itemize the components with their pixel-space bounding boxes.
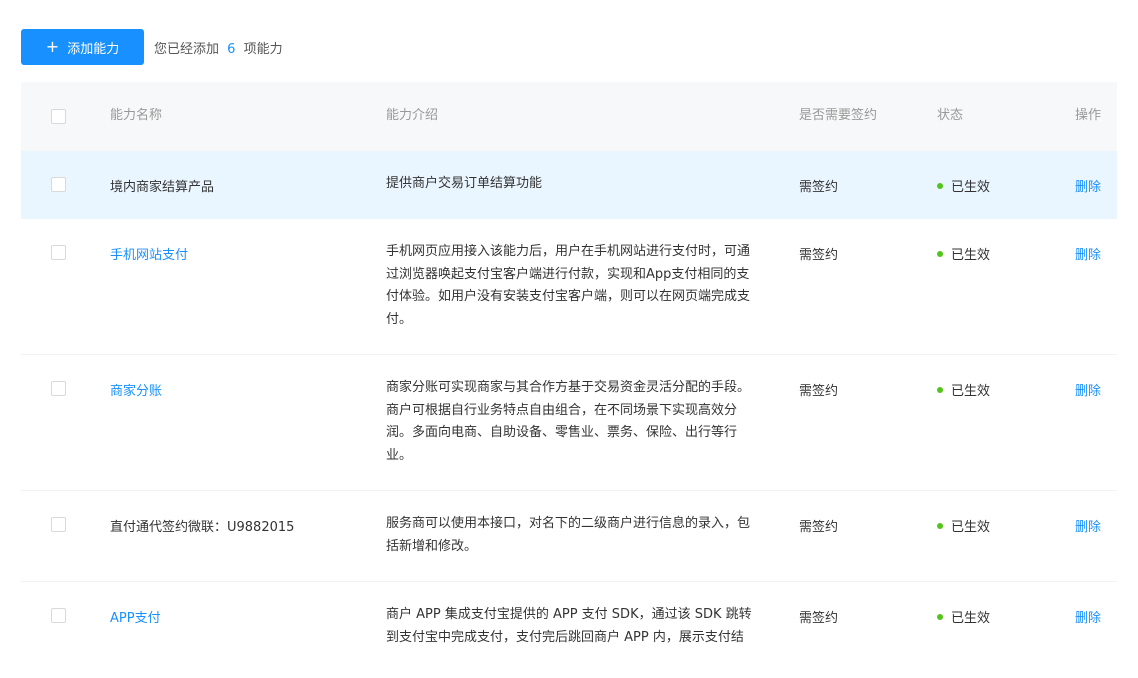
row-checkbox[interactable] bbox=[51, 608, 66, 623]
status-dot-icon bbox=[937, 182, 943, 189]
row-desc: 服务商可以使用本接口，对名下的二级商户进行信息的录入，包 括新增和修改。 bbox=[386, 513, 771, 558]
status-text: 已生效 bbox=[951, 520, 991, 535]
row-desc: 提供商户交易订单结算功能 bbox=[386, 176, 543, 191]
row-status: 已生效 bbox=[937, 244, 990, 263]
row-name-link[interactable]: 商家分账 bbox=[110, 380, 360, 399]
table-row[interactable]: 境内商家结算产品 提供商户交易订单结算功能 需签约 已生效 删除 bbox=[21, 151, 1117, 219]
delete-link[interactable]: 删除 bbox=[1075, 380, 1101, 399]
row-name-link[interactable]: 手机网站支付 bbox=[110, 244, 360, 263]
desc-line: 手机网页应用接入该能力后，用户在手机网站进行支付时，可通 bbox=[386, 244, 751, 259]
row-name-link[interactable]: APP支付 bbox=[110, 607, 360, 626]
header-sign: 是否需要签约 bbox=[799, 108, 878, 123]
header-op: 操作 bbox=[1075, 108, 1102, 123]
row-desc: 商家分账可实现商家与其合作方基于交易资金灵活分配的手段。 商户可根据自行业务特点… bbox=[386, 377, 771, 467]
capabilities-page: + 添加能力 您已经添加 6 项能力 能力名称 能力介绍 是否需要签约 状态 操… bbox=[0, 0, 1138, 678]
table-row: APP支付 商户 APP 集成支付宝提供的 APP 支付 SDK，通过该 SDK… bbox=[21, 582, 1117, 678]
toolbar: + 添加能力 您已经添加 6 项能力 bbox=[21, 29, 283, 65]
status-dot-icon bbox=[937, 613, 943, 620]
select-all-checkbox[interactable] bbox=[51, 109, 66, 124]
desc-line: 商家分账可实现商家与其合作方基于交易资金灵活分配的手段。 bbox=[386, 380, 751, 395]
status-text: 已生效 bbox=[951, 611, 991, 626]
add-capability-button[interactable]: + 添加能力 bbox=[21, 29, 144, 65]
row-sign: 需签约 bbox=[799, 384, 839, 399]
row-sign: 需签约 bbox=[799, 180, 839, 195]
add-capability-label: 添加能力 bbox=[67, 41, 120, 57]
status-dot-icon bbox=[937, 386, 943, 393]
row-name: 直付通代签约微联：U9882015 bbox=[110, 520, 295, 535]
status-text: 已生效 bbox=[951, 248, 991, 263]
delete-link[interactable]: 删除 bbox=[1075, 244, 1101, 263]
row-sign: 需签约 bbox=[799, 520, 839, 535]
count-suffix: 项能力 bbox=[243, 41, 283, 57]
delete-link[interactable]: 删除 bbox=[1075, 516, 1101, 535]
header-desc: 能力介绍 bbox=[386, 108, 439, 123]
row-status: 已生效 bbox=[937, 607, 990, 626]
row-checkbox[interactable] bbox=[51, 381, 66, 396]
count-value: 6 bbox=[227, 41, 236, 57]
table-header: 能力名称 能力介绍 是否需要签约 状态 操作 bbox=[21, 82, 1117, 151]
row-desc: 手机网页应用接入该能力后，用户在手机网站进行支付时，可通 过浏览器唤起支付宝客户… bbox=[386, 241, 771, 331]
desc-line: 润。多面向电商、自助设备、零售业、票务、保险、出行等行 bbox=[386, 425, 738, 440]
row-name: 境内商家结算产品 bbox=[110, 180, 215, 195]
delete-link[interactable]: 删除 bbox=[1075, 607, 1101, 626]
row-checkbox[interactable] bbox=[51, 245, 66, 260]
desc-line: 付体验。如用户没有安装支付宝客户端，则可以在网页端完成支 bbox=[386, 289, 751, 304]
capabilities-table: 能力名称 能力介绍 是否需要签约 状态 操作 境内商家结算产品 提供商户交易订单… bbox=[21, 82, 1117, 678]
row-checkbox[interactable] bbox=[51, 517, 66, 532]
desc-line: 到支付宝中完成支付，支付完后跳回商户 APP 内，展示支付结 bbox=[386, 629, 744, 645]
plus-icon: + bbox=[45, 37, 60, 56]
row-status: 已生效 bbox=[937, 516, 990, 535]
status-text: 已生效 bbox=[951, 180, 991, 195]
header-name: 能力名称 bbox=[110, 108, 163, 123]
desc-line: 商户可根据自行业务特点自由组合，在不同场景下实现高效分 bbox=[386, 402, 738, 418]
count-prefix: 您已经添加 bbox=[154, 41, 220, 57]
status-dot-icon bbox=[937, 522, 943, 529]
desc-line: 业。 bbox=[386, 447, 413, 463]
row-checkbox[interactable] bbox=[51, 177, 66, 192]
status-text: 已生效 bbox=[951, 384, 991, 399]
desc-line: 付。 bbox=[386, 311, 413, 327]
capability-count: 您已经添加 6 项能力 bbox=[154, 38, 283, 57]
table-row: 商家分账 商家分账可实现商家与其合作方基于交易资金灵活分配的手段。 商户可根据自… bbox=[21, 355, 1117, 491]
row-sign: 需签约 bbox=[799, 248, 839, 263]
desc-line: 过浏览器唤起支付宝客户端进行付款，实现和App支付相同的支 bbox=[386, 266, 750, 282]
row-status: 已生效 bbox=[937, 176, 990, 195]
table-row: 手机网站支付 手机网页应用接入该能力后，用户在手机网站进行支付时，可通 过浏览器… bbox=[21, 219, 1117, 355]
row-status: 已生效 bbox=[937, 380, 990, 399]
delete-link[interactable]: 删除 bbox=[1075, 176, 1101, 195]
status-dot-icon bbox=[937, 250, 943, 257]
desc-line: 商户 APP 集成支付宝提供的 APP 支付 SDK，通过该 SDK 跳转 bbox=[386, 607, 752, 622]
header-status: 状态 bbox=[937, 108, 964, 123]
table-row: 直付通代签约微联：U9882015 服务商可以使用本接口，对名下的二级商户进行信… bbox=[21, 491, 1117, 582]
row-desc: 商户 APP 集成支付宝提供的 APP 支付 SDK，通过该 SDK 跳转 到支… bbox=[386, 604, 771, 649]
desc-line: 服务商可以使用本接口，对名下的二级商户进行信息的录入，包 bbox=[386, 516, 751, 531]
desc-line: 括新增和修改。 bbox=[386, 538, 478, 554]
row-sign: 需签约 bbox=[799, 611, 839, 626]
